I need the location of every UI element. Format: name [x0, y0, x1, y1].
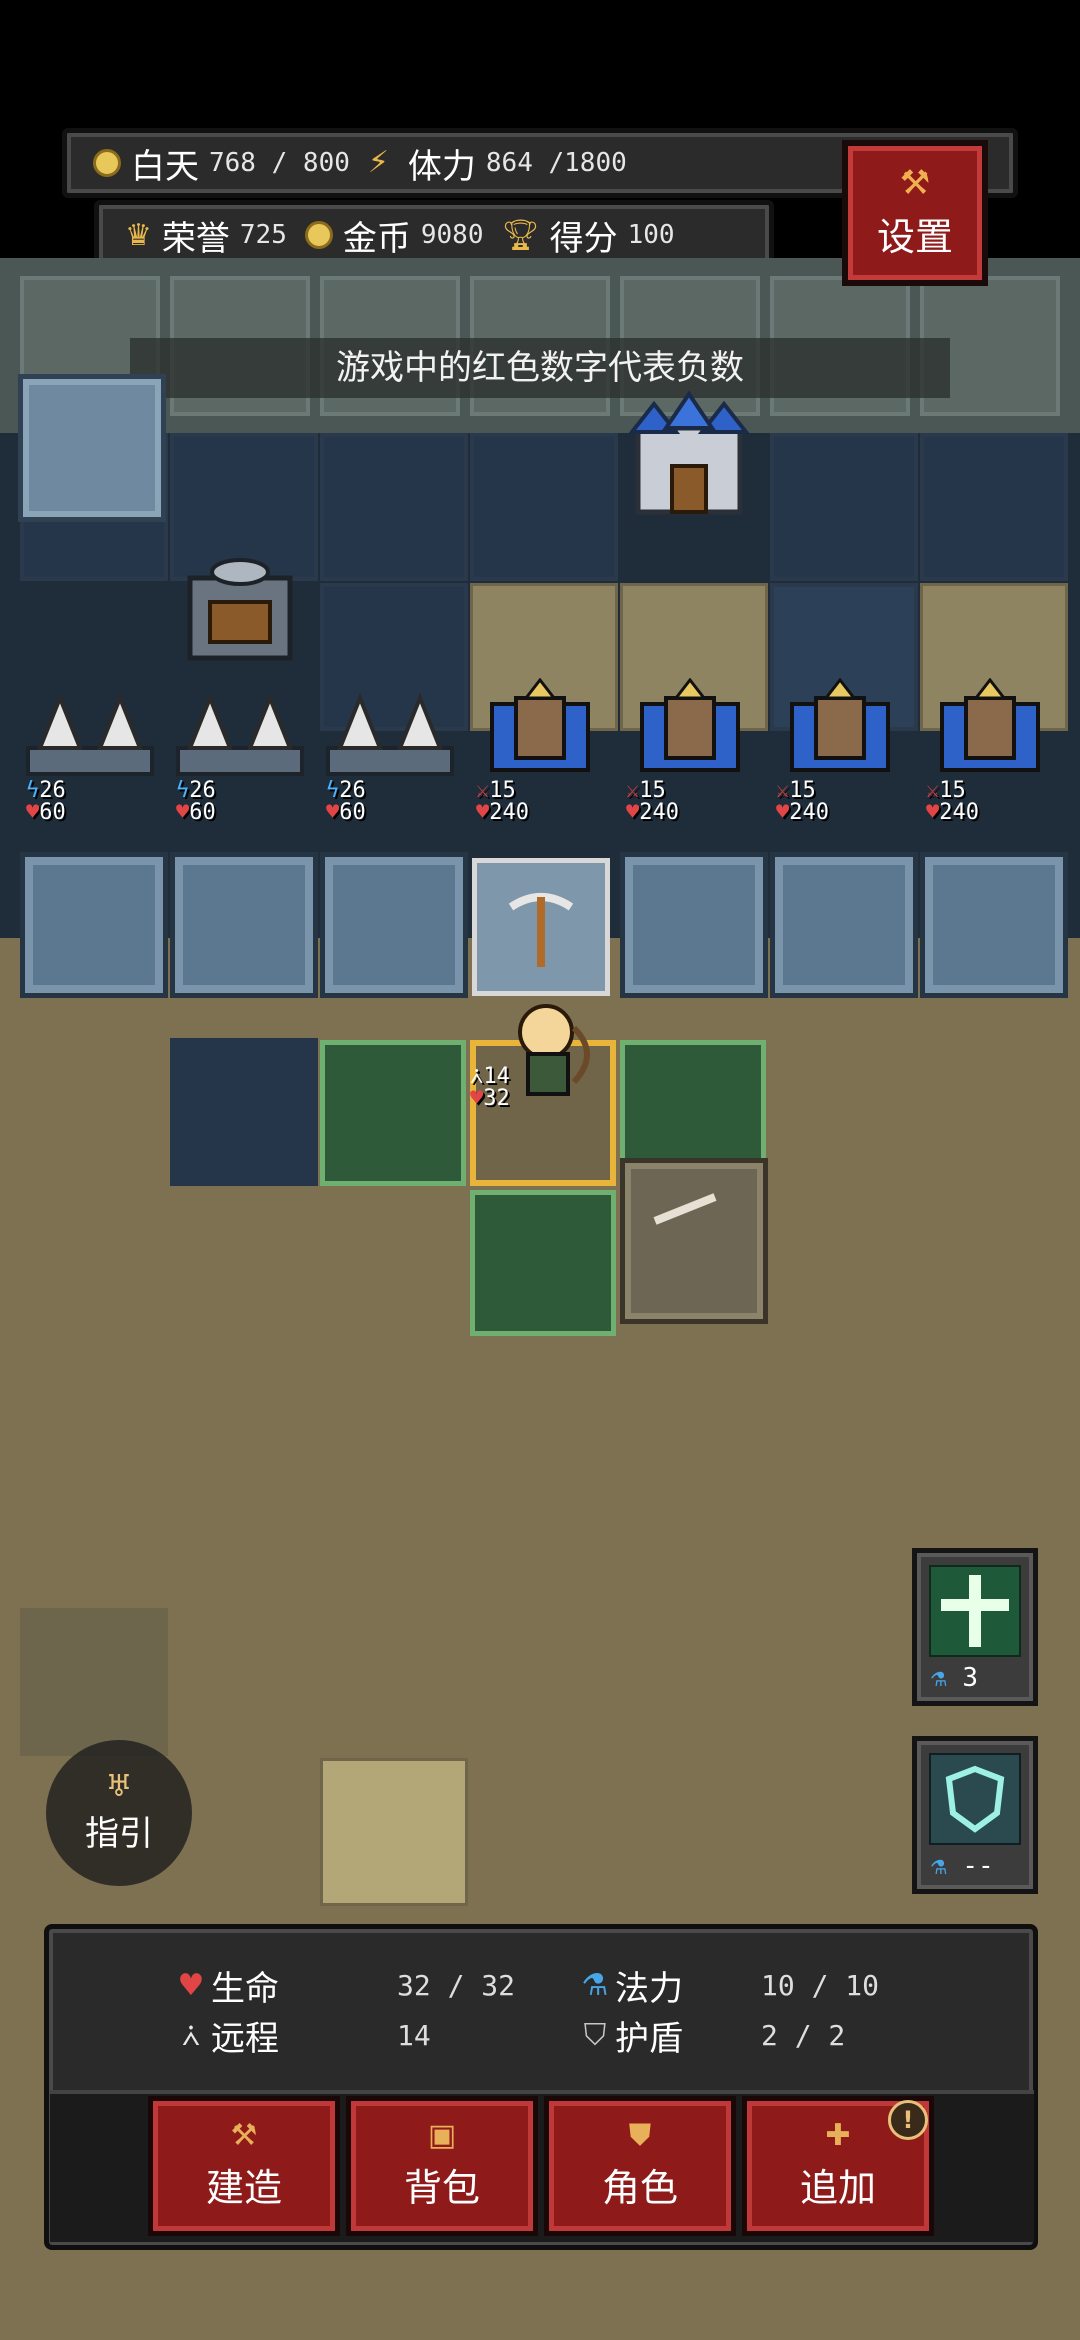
- settings-button[interactable]: ⚒ 设置: [842, 140, 988, 286]
- skill-heal-button[interactable]: ⚗ 3: [912, 1548, 1038, 1706]
- hp-label: 生命: [211, 1969, 279, 2009]
- bow-icon: ⩑: [181, 2018, 201, 2053]
- sand-tile[interactable]: [20, 1608, 168, 1756]
- unit-hp: ♥240: [476, 800, 529, 825]
- stamina-icon: ⚡: [367, 145, 389, 180]
- stamina-label: 体力: [407, 146, 476, 187]
- score-value: 100: [627, 220, 675, 250]
- stamina-stat: ⚡ 体力 864 /1800: [368, 139, 627, 188]
- unit-hp: ♥240: [626, 800, 679, 825]
- tesla-tower-icon: [326, 692, 454, 776]
- shield-value: 2 / 2: [761, 2019, 846, 2052]
- bone-icon: [653, 1193, 717, 1225]
- skill-cost: ⚗ --: [931, 1851, 994, 1881]
- pickaxe-icon: [508, 893, 574, 967]
- knight-icon: [790, 677, 890, 772]
- daytime-value: 768 / 800: [209, 148, 350, 178]
- hero-archer[interactable]: ⩑14 ♥32: [470, 998, 620, 1148]
- mana-label: 法力: [615, 1969, 683, 2009]
- gold-value: 9080: [420, 220, 484, 250]
- unit-hp: ♥60: [26, 800, 66, 825]
- character-button[interactable]: ⛊ 角色: [544, 2096, 736, 2236]
- hint-banner: 游戏中的红色数字代表负数: [130, 338, 950, 398]
- bone-block[interactable]: [620, 1158, 768, 1324]
- tower-unit[interactable]: ϟ26 ♥60: [170, 678, 310, 828]
- knight-icon: [940, 677, 1040, 772]
- bag-icon: ▣: [427, 2117, 457, 2153]
- wrench-icon: ⚒: [899, 162, 931, 203]
- shield-icon: ⛉: [583, 2018, 607, 2053]
- score-label: 得分: [549, 218, 618, 259]
- shield-skill-icon: [929, 1753, 1021, 1845]
- heart-icon: ♥: [177, 1968, 205, 2003]
- castle-icon[interactable]: [624, 388, 754, 518]
- shield-label: 护盾: [615, 2019, 683, 2059]
- dark-floor-tile: [170, 1038, 318, 1186]
- daytime-stat: 白天 768 / 800: [93, 139, 350, 188]
- settings-label: 设置: [876, 214, 953, 259]
- unit-hp: ♥240: [926, 800, 979, 825]
- honor-value: 725: [239, 220, 287, 250]
- skill-shield-button[interactable]: ⚗ --: [912, 1736, 1038, 1894]
- bag-button[interactable]: ▣ 背包: [346, 2096, 538, 2236]
- character-label: 角色: [601, 2165, 678, 2210]
- honor-label: 荣誉: [161, 218, 230, 259]
- unit-hp: ♥60: [326, 800, 366, 825]
- knight-icon: [490, 677, 590, 772]
- move-tile[interactable]: [470, 1190, 616, 1336]
- daytime-label: 白天: [131, 146, 199, 187]
- skill-cost: ⚗ 3: [931, 1663, 978, 1693]
- ranged-label: 远程: [211, 2019, 279, 2059]
- trophy-icon: 🏆︎: [501, 217, 540, 253]
- move-tile[interactable]: [320, 1040, 466, 1186]
- hammer-icon: ⚒: [230, 2117, 258, 2153]
- hp-row: ♥ 生命 32 / 32: [175, 1961, 515, 2010]
- score-stat: 🏆︎ 得分 100: [502, 211, 675, 260]
- shield-row: ⛉ 护盾 2 / 2: [579, 2011, 846, 2060]
- tesla-tower-icon: [26, 692, 154, 776]
- knight-unit[interactable]: ⚔15 ♥240: [920, 677, 1060, 828]
- guide-label: 指引: [85, 1813, 153, 1854]
- mineable-block[interactable]: [472, 858, 610, 996]
- build-button[interactable]: ⚒ 建造: [148, 2096, 340, 2236]
- gold-stat: 金币 9080: [304, 211, 484, 260]
- sand-tile[interactable]: [320, 1758, 468, 1906]
- unit-hp: ♥240: [776, 800, 829, 825]
- gold-coin-icon: [304, 221, 333, 249]
- mana-row: ⚗ 法力 10 / 10: [579, 1961, 879, 2010]
- tower-unit[interactable]: ϟ26 ♥60: [320, 678, 460, 828]
- knight-icon: [640, 677, 740, 772]
- holy-cross-icon: [929, 1565, 1021, 1657]
- turret-icon[interactable]: [180, 548, 300, 668]
- gold-label: 金币: [342, 218, 411, 259]
- character-shield-icon: ⛊: [628, 2117, 652, 2153]
- bag-label: 背包: [403, 2165, 480, 2210]
- guide-button[interactable]: ♅ 指引: [46, 1740, 192, 1886]
- crown-icon: ♛: [125, 217, 152, 253]
- knight-unit[interactable]: ⚔15 ♥240: [620, 677, 760, 828]
- hp-value: 32 / 32: [397, 1969, 516, 2002]
- goblet-icon: ♅: [105, 1768, 133, 1804]
- ranged-row: ⩑ 远程 14: [175, 2011, 431, 2060]
- ranged-value: 14: [397, 2019, 431, 2052]
- knight-unit[interactable]: ⚔15 ♥240: [470, 677, 610, 828]
- add-label: 追加: [799, 2165, 876, 2210]
- sun-icon: [93, 149, 121, 177]
- build-label: 建造: [205, 2165, 282, 2210]
- unit-hp: ♥60: [176, 800, 216, 825]
- plus-icon: ✚: [825, 2117, 851, 2153]
- hero-hp: ♥32: [470, 1086, 510, 1111]
- mana-value: 10 / 10: [761, 1969, 880, 2002]
- mana-flask-icon: ⚗: [581, 1968, 609, 2003]
- stamina-value: 864 /1800: [485, 148, 627, 178]
- honor-stat: ♛ 荣誉 725: [125, 211, 287, 260]
- stone-block: [18, 374, 166, 522]
- alert-badge: !: [888, 2100, 928, 2140]
- knight-unit[interactable]: ⚔15 ♥240: [770, 677, 910, 828]
- tesla-tower-icon: [176, 692, 304, 776]
- tower-unit[interactable]: ϟ26 ♥60: [20, 678, 160, 828]
